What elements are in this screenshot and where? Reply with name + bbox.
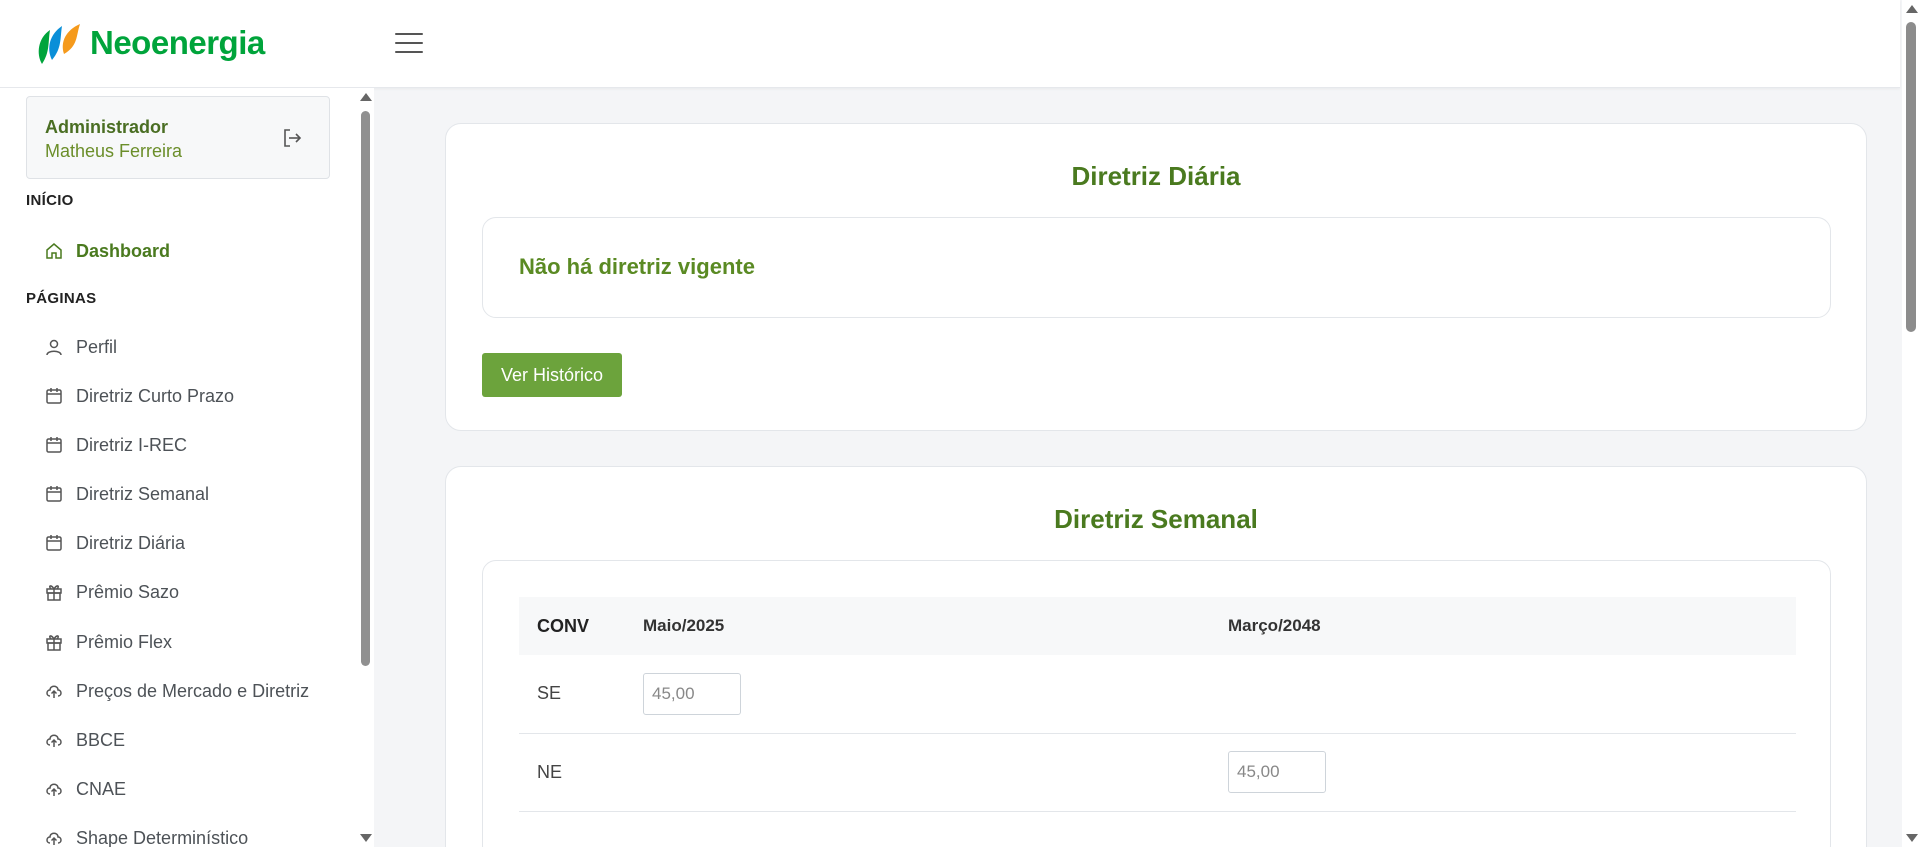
value-input-ne-marco-2048[interactable] <box>1228 751 1326 793</box>
table-row: NE <box>519 733 1796 811</box>
sidebar-item-label: Prêmio Sazo <box>76 581 180 602</box>
sidebar-item-label: BBCE <box>76 729 126 750</box>
sidebar-item-premio-sazo[interactable]: Prêmio Sazo <box>44 576 179 608</box>
calendar-icon <box>44 435 64 455</box>
sidebar-item-label: Preços de Mercado e Diretriz <box>76 680 310 701</box>
scroll-up-arrow-icon[interactable] <box>360 93 372 101</box>
table-row: SE <box>519 655 1796 733</box>
cloud-upload-icon <box>44 779 64 799</box>
sidebar-item-label: Diretriz Curto Prazo <box>76 385 235 406</box>
gift-icon <box>44 582 64 602</box>
sidebar-item-dashboard[interactable]: Dashboard <box>44 235 170 267</box>
sidebar-item-premio-flex[interactable]: Prêmio Flex <box>44 626 172 658</box>
user-icon <box>44 337 64 357</box>
column-header-maio-2025: Maio/2025 <box>643 616 725 635</box>
gift-icon <box>44 632 64 652</box>
user-role: Administrador <box>45 117 169 137</box>
cloud-upload-icon <box>44 828 64 847</box>
page-scrollbar[interactable] <box>1902 0 1920 847</box>
sidebar-item-label: Diretriz Semanal <box>76 483 210 504</box>
sidebar-item-label: CNAE <box>76 778 127 799</box>
weekly-directive-table: CONV Maio/2025 Março/2048 SE NE <box>519 597 1796 812</box>
daily-directive-status-box: Não há diretriz vigente <box>482 217 1831 318</box>
sidebar-item-label: Shape Determinístico <box>76 827 249 847</box>
value-input-se-maio-2025[interactable] <box>643 672 741 715</box>
scroll-down-arrow-icon[interactable] <box>1906 834 1918 842</box>
cloud-upload-icon <box>44 730 64 750</box>
sidebar-item-cnae[interactable]: CNAE <box>44 773 126 805</box>
table-cell <box>1210 655 1796 733</box>
neoenergia-leaf-icon <box>38 24 80 64</box>
sidebar-item-diretriz-curto-prazo[interactable]: Diretriz Curto Prazo <box>44 380 234 412</box>
sidebar-item-perfil[interactable]: Perfil <box>44 331 117 363</box>
column-header-marco-2048: Março/2048 <box>1228 616 1321 635</box>
calendar-icon <box>44 386 64 406</box>
page-scrollbar-thumb[interactable] <box>1906 22 1916 332</box>
section-label-inicio: INÍCIO <box>26 192 74 209</box>
table-header-row: CONV Maio/2025 Março/2048 <box>519 597 1796 655</box>
sidebar-item-label: Dashboard <box>76 240 171 261</box>
table-cell <box>625 733 1210 811</box>
view-history-button[interactable]: Ver Histórico <box>482 353 622 397</box>
sidebar-item-bbce[interactable]: BBCE <box>44 724 125 756</box>
weekly-directive-card: Diretriz Semanal CONV Maio/2025 Março/20… <box>445 466 1867 847</box>
row-label-se: SE <box>537 683 562 704</box>
weekly-directive-table-box: CONV Maio/2025 Março/2048 SE NE <box>482 560 1831 847</box>
cloud-upload-icon <box>44 681 64 701</box>
sidebar-item-label: Diretriz Diária <box>76 532 186 553</box>
no-directive-message: Não há diretriz vigente <box>519 254 755 279</box>
weekly-directive-title: Diretriz Semanal <box>1054 504 1258 534</box>
calendar-icon <box>44 484 64 504</box>
sidebar-item-diretriz-diaria[interactable]: Diretriz Diária <box>44 527 185 559</box>
sidebar-scrollbar-thumb[interactable] <box>361 111 370 666</box>
scroll-up-arrow-icon[interactable] <box>1906 5 1918 13</box>
top-header: Neoenergia <box>0 0 1900 88</box>
sidebar-item-diretriz-i-rec[interactable]: Diretriz I-REC <box>44 429 187 461</box>
brand-name: Neoenergia <box>90 24 265 61</box>
main-content: Diretriz Diária Não há diretriz vigente … <box>375 88 1900 847</box>
table-cell <box>1210 733 1796 811</box>
sidebar-item-label: Prêmio Flex <box>76 631 173 652</box>
sidebar-scrollbar[interactable] <box>358 88 372 847</box>
hamburger-menu-icon[interactable] <box>395 30 423 56</box>
logout-icon[interactable] <box>281 127 303 149</box>
user-card: Administrador Matheus Ferreira <box>26 96 330 179</box>
home-icon <box>44 241 64 261</box>
daily-directive-card: Diretriz Diária Não há diretriz vigente … <box>445 123 1867 431</box>
user-name: Matheus Ferreira <box>45 141 183 161</box>
sidebar-item-precos-de-mercado[interactable]: Preços de Mercado e Diretriz <box>44 675 309 707</box>
scroll-down-arrow-icon[interactable] <box>360 834 372 842</box>
sidebar-item-label: Perfil <box>76 336 118 357</box>
row-label-ne: NE <box>537 761 563 782</box>
table-cell <box>625 655 1210 733</box>
section-label-paginas: PÁGINAS <box>26 290 97 307</box>
column-header-conv: CONV <box>537 615 590 636</box>
sidebar-item-label: Diretriz I-REC <box>76 434 187 455</box>
brand-logo[interactable]: Neoenergia <box>34 20 265 66</box>
sidebar-item-shape-deterministico[interactable]: Shape Determinístico <box>44 822 248 847</box>
daily-directive-title: Diretriz Diária <box>1071 161 1241 191</box>
calendar-icon <box>44 533 64 553</box>
sidebar: Administrador Matheus Ferreira INÍCIO Da… <box>0 88 374 847</box>
sidebar-item-diretriz-semanal[interactable]: Diretriz Semanal <box>44 478 209 510</box>
